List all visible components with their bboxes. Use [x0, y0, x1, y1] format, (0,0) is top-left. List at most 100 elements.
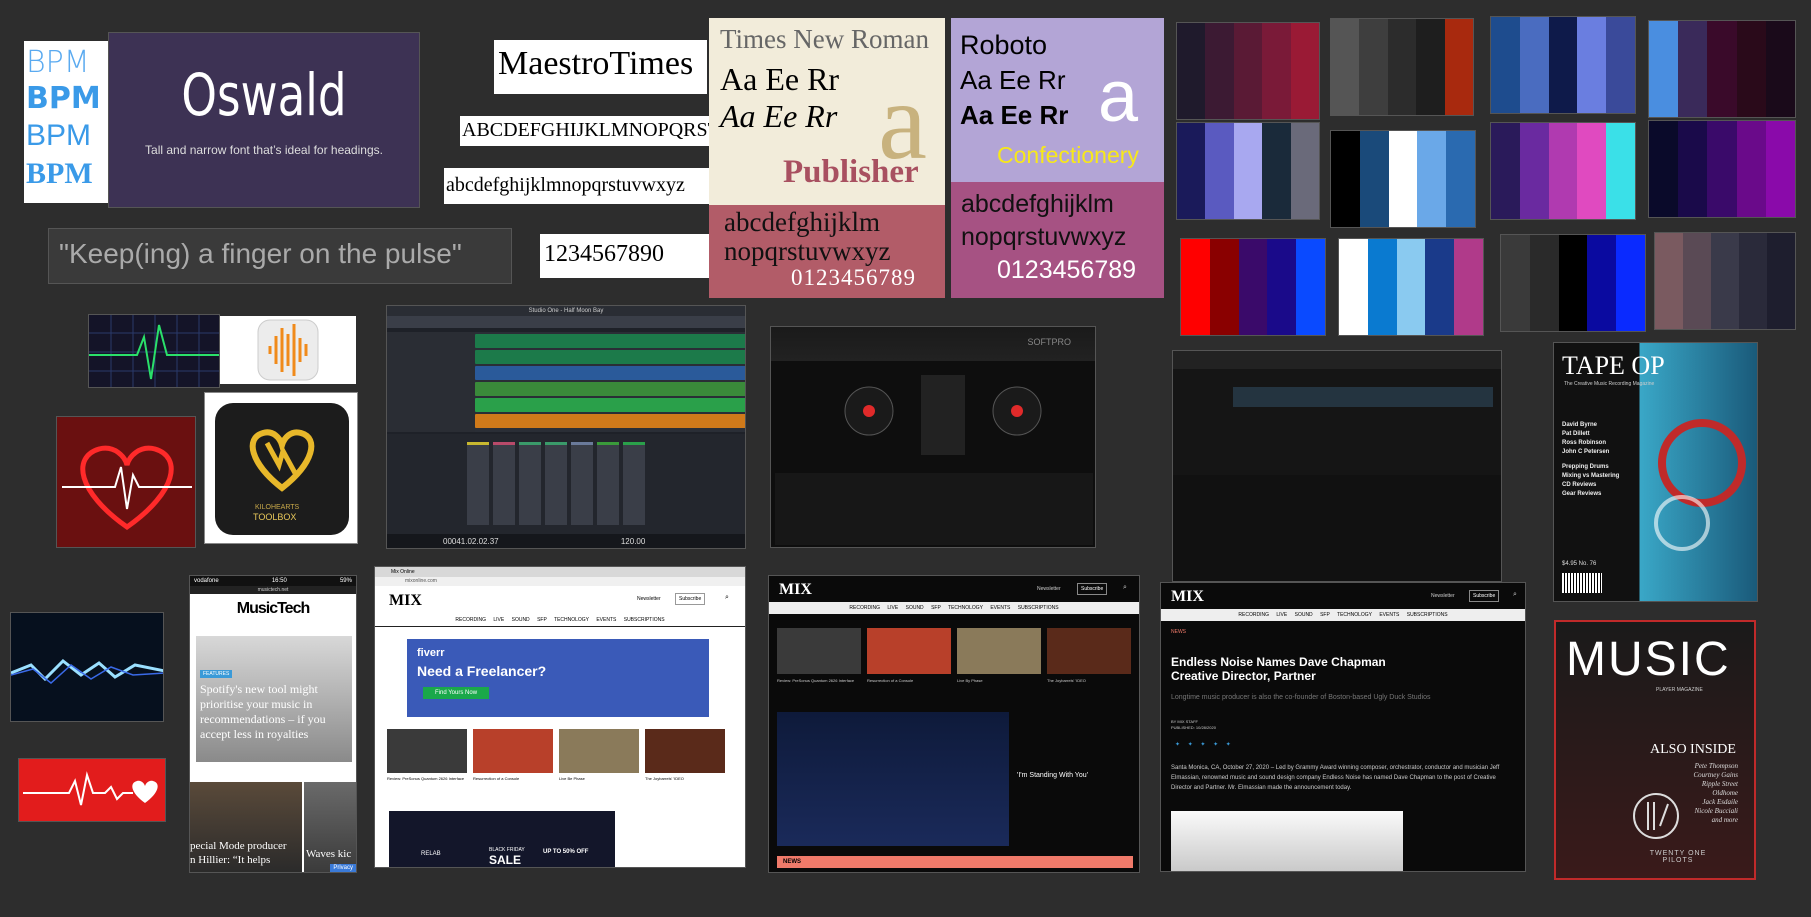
mix1-fiverr-ad[interactable]: fiverr Need a Freelancer? Find Yours Now: [407, 639, 709, 717]
nav-recording[interactable]: RECORDING: [455, 617, 486, 623]
nav-sfp[interactable]: SFP: [537, 617, 547, 623]
mix2-article-1[interactable]: Review: PreSonus Quantum 2626 Interface: [777, 628, 861, 683]
times-digits: 0123456789: [791, 265, 916, 290]
mobile-sub-1: pecial Mode producer: [190, 840, 287, 852]
fiverr-cta-button[interactable]: Find Yours Now: [423, 687, 490, 699]
mix1-newsletter-link[interactable]: Newsletter: [637, 596, 661, 602]
mix2-news-label: NEWS: [783, 859, 801, 865]
mix1-article-2[interactable]: Resurrection of a Console: [473, 729, 553, 781]
mixonline-dark-screenshot: MIX Newsletter Subscribe ⌕ RECORDING LIV…: [768, 575, 1140, 873]
color-swatch: [1296, 239, 1325, 335]
mobile-brand[interactable]: MusicTech: [190, 600, 356, 618]
mix1-sale-banner[interactable]: RELAB BLACK FRIDAY SALE UP TO 50% OFF: [389, 811, 615, 867]
search-icon[interactable]: ⌕: [1123, 584, 1127, 592]
mix3-header: MIX Newsletter Subscribe ⌕: [1161, 583, 1525, 609]
nav-sfp[interactable]: SFP: [931, 605, 941, 611]
mix1-article-1[interactable]: Review: PreSonus Quantum 2626 Interface: [387, 729, 467, 781]
search-icon[interactable]: ⌕: [1513, 591, 1517, 599]
color-swatch: [1177, 23, 1206, 119]
nav-technology[interactable]: TECHNOLOGY: [1337, 612, 1372, 618]
color-swatch: [1587, 235, 1617, 331]
mix2-logo[interactable]: MIX: [779, 581, 812, 599]
mobile-url: musictech.net: [257, 587, 289, 593]
mix2-feature-image[interactable]: [777, 712, 1009, 846]
mobile-sub-3: Waves kic: [306, 848, 352, 860]
music-also-inside: ALSO INSIDE: [1650, 742, 1736, 757]
roboto-lower-2: nopqrstuvwxyz: [961, 223, 1127, 251]
nav-live-sound[interactable]: LIVE SOUND: [887, 605, 923, 611]
nav-technology[interactable]: TECHNOLOGY: [948, 605, 983, 611]
nav-live-sound[interactable]: LIVE SOUND: [493, 617, 529, 623]
nav-subscriptions[interactable]: SUBSCRIPTIONS: [1018, 605, 1059, 611]
tapeop-item-4: Gear Reviews: [1562, 491, 1602, 497]
sale-line-2: SALE: [489, 853, 522, 867]
color-swatch: [1262, 23, 1291, 119]
nav-subscriptions[interactable]: SUBSCRIPTIONS: [624, 617, 665, 623]
oswald-font-card: Oswald Tall and narrow font that’s ideal…: [108, 32, 420, 208]
mobile-sub-image-2[interactable]: Waves kic Privacy: [304, 782, 356, 872]
mix2-article-3[interactable]: Live By Phase: [957, 628, 1041, 683]
color-swatch: [1339, 239, 1368, 335]
mix3-subscribe-button[interactable]: Subscribe: [1469, 590, 1500, 602]
color-swatch: [1558, 235, 1588, 331]
mix2-subscribe-button[interactable]: Subscribe: [1077, 583, 1108, 595]
fiverr-logo: fiverr: [417, 647, 445, 659]
color-swatch: [1548, 17, 1578, 113]
lightning-thumbnail: [10, 612, 164, 722]
color-swatch: [1446, 131, 1475, 227]
mobile-url-bar[interactable]: musictech.net: [190, 586, 356, 594]
mix1-subscribe-button[interactable]: Subscribe: [675, 593, 706, 605]
music-name-7: and more: [1711, 816, 1738, 824]
mobile-tag: FEATURES: [200, 670, 233, 678]
music-name-4: Oldhome: [1712, 789, 1738, 797]
color-swatch: [1181, 239, 1210, 335]
relab-logo: RELAB: [421, 851, 441, 857]
color-swatch: [1655, 233, 1683, 329]
color-swatch: [1444, 19, 1474, 115]
mix3-logo[interactable]: MIX: [1171, 588, 1204, 606]
mix1-articles: Review: PreSonus Quantum 2626 Interface …: [387, 729, 725, 781]
mix1-address-bar[interactable]: mixonline.com: [375, 577, 745, 586]
nav-technology[interactable]: TECHNOLOGY: [554, 617, 589, 623]
color-swatch: [1678, 121, 1708, 217]
mix2-newsletter-link[interactable]: Newsletter: [1037, 586, 1061, 592]
maestro-lower: abcdefghijklmnopqrstuvwxyz: [444, 168, 710, 204]
mobile-battery: 59%: [339, 578, 352, 584]
mix2-feature-title[interactable]: 'I'm Standing With You': [1017, 772, 1088, 779]
mobile-hero[interactable]: FEATURES Spotify's new tool might priori…: [196, 636, 352, 762]
nav-sfp[interactable]: SFP: [1320, 612, 1330, 618]
color-swatch: [1501, 235, 1530, 331]
mobile-privacy-button[interactable]: Privacy: [330, 864, 356, 872]
nav-recording[interactable]: RECORDING: [1238, 612, 1269, 618]
mix2-article-4[interactable]: The Joybarrels' 'IDEO: [1047, 628, 1131, 683]
search-icon[interactable]: ⌕: [725, 594, 729, 602]
mixonline-white-screenshot: Mix Online mixonline.com MIX Newsletter …: [374, 566, 746, 868]
mobile-sub-image-1[interactable]: pecial Mode producer n Hillier: “It help…: [190, 782, 302, 872]
red-heartbeat-icon: [18, 758, 166, 822]
nav-recording[interactable]: RECORDING: [849, 605, 880, 611]
mix1-browser-tab[interactable]: Mix Online: [391, 569, 415, 575]
nav-subscriptions[interactable]: SUBSCRIPTIONS: [1407, 612, 1448, 618]
mix3-breadcrumb[interactable]: NEWS: [1171, 629, 1186, 635]
tapeop-name-2: Pat Dillett: [1562, 431, 1590, 437]
mix3-newsletter-link[interactable]: Newsletter: [1431, 593, 1455, 599]
nav-events[interactable]: EVENTS: [1379, 612, 1399, 618]
times-role: Publisher: [783, 154, 919, 190]
color-swatch: [1454, 239, 1483, 335]
mix1-article-4[interactable]: The Joybarrels' 'IDEO: [645, 729, 725, 781]
color-swatch: [1388, 131, 1418, 227]
mix1-logo[interactable]: MIX: [389, 592, 422, 610]
color-swatch: [1290, 23, 1320, 119]
fiverr-headline: Need a Freelancer?: [417, 663, 547, 679]
color-swatch: [1529, 235, 1559, 331]
tagline-text: "Keep(ing) a finger on the pulse": [59, 238, 462, 269]
mix3-share-icons[interactable]: ✦ ✦ ✦ ✦ ✦: [1175, 741, 1231, 748]
oswald-desc: Tall and narrow font that’s ideal for he…: [145, 143, 383, 157]
mix2-caption-4: The Joybarrels' 'IDEO: [1047, 678, 1086, 683]
mix2-article-2[interactable]: Resurrection of a Console: [867, 628, 951, 683]
nav-live-sound[interactable]: LIVE SOUND: [1276, 612, 1312, 618]
nav-events[interactable]: EVENTS: [990, 605, 1010, 611]
color-swatch: [1519, 17, 1549, 113]
nav-events[interactable]: EVENTS: [596, 617, 616, 623]
mix1-article-3[interactable]: Live Be Phase: [559, 729, 639, 781]
